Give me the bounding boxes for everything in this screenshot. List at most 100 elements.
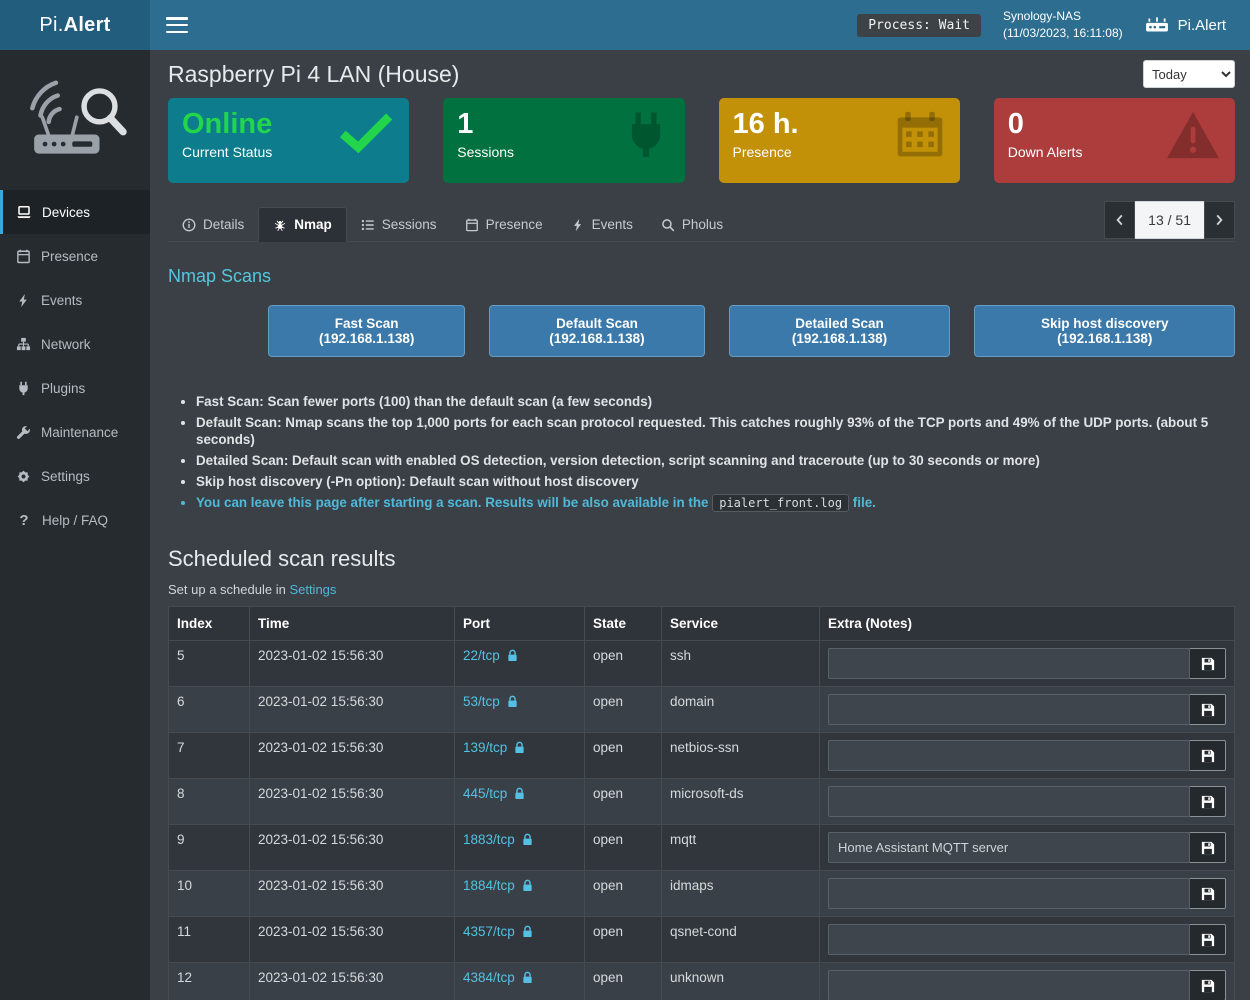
sidebar-item-label: Events (41, 293, 82, 308)
cell-note (820, 825, 1235, 871)
tab-label: Sessions (382, 217, 437, 232)
cell-index: 7 (169, 733, 250, 779)
tab-events[interactable]: Events (557, 208, 647, 241)
cell-service: idmaps (662, 871, 820, 917)
check-icon (337, 110, 395, 154)
calendar-icon (465, 218, 479, 232)
sidebar-item-plugins[interactable]: Plugins (0, 366, 150, 410)
save-note-button[interactable] (1190, 832, 1226, 863)
save-icon (1201, 887, 1215, 901)
card-presence[interactable]: 16 h. Presence (719, 98, 960, 183)
save-icon (1201, 933, 1215, 947)
port-link[interactable]: 4384/tcp (463, 970, 533, 985)
lock-icon (522, 925, 533, 938)
col-service: Service (662, 607, 820, 641)
tab-nmap[interactable]: Nmap (258, 207, 347, 242)
cell-note (820, 641, 1235, 687)
hamburger-menu-icon[interactable] (166, 17, 188, 33)
app-name-box[interactable]: Pi.Alert (1145, 16, 1234, 34)
detailed-scan-button[interactable]: Detailed Scan (192.168.1.138) (729, 305, 951, 357)
list-icon (361, 218, 375, 232)
settings-link[interactable]: Settings (289, 582, 336, 597)
note-group (828, 832, 1226, 863)
save-note-button[interactable] (1190, 786, 1226, 817)
port-link[interactable]: 4357/tcp (463, 924, 533, 939)
cell-note (820, 779, 1235, 825)
cell-time: 2023-01-02 15:56:30 (250, 641, 455, 687)
sidebar-item-presence[interactable]: Presence (0, 234, 150, 278)
table-row: 11 2023-01-02 15:56:30 4357/tcp open qsn… (169, 917, 1235, 963)
cell-index: 6 (169, 687, 250, 733)
cell-service: netbios-ssn (662, 733, 820, 779)
sidebar-item-events[interactable]: Events (0, 278, 150, 322)
lock-icon (507, 649, 518, 662)
save-note-button[interactable] (1190, 694, 1226, 725)
bullet-fast-scan: Fast Scan: Scan fewer ports (100) than t… (196, 393, 1235, 410)
table-row: 12 2023-01-02 15:56:30 4384/tcp open unk… (169, 963, 1235, 1000)
port-link[interactable]: 445/tcp (463, 786, 525, 801)
tab-details[interactable]: Details (168, 208, 258, 241)
sidebar-item-devices[interactable]: Devices (0, 190, 150, 234)
app-logo[interactable]: Pi.Alert (0, 0, 150, 50)
note-input[interactable] (828, 648, 1190, 679)
host-info: Synology-NAS (11/03/2023, 16:11:08) (1003, 8, 1123, 42)
lock-icon (522, 833, 533, 846)
tab-sessions[interactable]: Sessions (347, 208, 451, 241)
port-link[interactable]: 22/tcp (463, 648, 518, 663)
tab-presence[interactable]: Presence (451, 208, 557, 241)
navbar: Process: Wait Synology-NAS (11/03/2023, … (150, 0, 1250, 50)
period-select[interactable]: Today (1143, 60, 1235, 88)
save-icon (1201, 749, 1215, 763)
save-note-button[interactable] (1190, 970, 1226, 1000)
note-input[interactable] (828, 970, 1190, 1000)
sidebar-item-network[interactable]: Network (0, 322, 150, 366)
summary-cards: Online Current Status 1 Sessions 16 h. P… (168, 98, 1235, 183)
nas-device-icon (1145, 16, 1169, 34)
note-input[interactable] (828, 786, 1190, 817)
next-device-button[interactable] (1204, 201, 1235, 239)
sidebar-item-settings[interactable]: Settings (0, 454, 150, 498)
device-pager-count: 13 / 51 (1135, 201, 1204, 239)
sidebar-item-maintenance[interactable]: Maintenance (0, 410, 150, 454)
note-input[interactable] (828, 694, 1190, 725)
card-sessions[interactable]: 1 Sessions (443, 98, 684, 183)
tab-pholus[interactable]: Pholus (647, 208, 737, 241)
port-link[interactable]: 1884/tcp (463, 878, 533, 893)
port-link[interactable]: 139/tcp (463, 740, 525, 755)
tab-label: Details (203, 217, 244, 232)
skip-host-discovery-button[interactable]: Skip host discovery (192.168.1.138) (974, 305, 1235, 357)
prev-device-button[interactable] (1104, 201, 1135, 239)
wrench-icon (16, 425, 31, 440)
note-input[interactable] (828, 924, 1190, 955)
save-note-button[interactable] (1190, 878, 1226, 909)
port-number: 445/tcp (463, 786, 507, 801)
fast-scan-button[interactable]: Fast Scan (192.168.1.138) (268, 305, 465, 357)
table-row: 10 2023-01-02 15:56:30 1884/tcp open idm… (169, 871, 1235, 917)
note-input[interactable] (828, 878, 1190, 909)
sidebar-item-label: Maintenance (41, 425, 118, 440)
port-link[interactable]: 1883/tcp (463, 832, 533, 847)
note-group (828, 786, 1226, 817)
card-down-alerts[interactable]: 0 Down Alerts (994, 98, 1235, 183)
chevron-right-icon (1214, 212, 1225, 228)
cell-time: 2023-01-02 15:56:30 (250, 825, 455, 871)
cell-time: 2023-01-02 15:56:30 (250, 871, 455, 917)
pialert-logo-graphic (0, 50, 150, 190)
sidebar-item-help[interactable]: ? Help / FAQ (0, 498, 150, 542)
save-note-button[interactable] (1190, 648, 1226, 679)
save-note-button[interactable] (1190, 740, 1226, 771)
port-link[interactable]: 53/tcp (463, 694, 518, 709)
default-scan-button[interactable]: Default Scan (192.168.1.138) (489, 305, 704, 357)
cell-index: 9 (169, 825, 250, 871)
note-input[interactable] (828, 740, 1190, 771)
navbar-right: Process: Wait Synology-NAS (11/03/2023, … (857, 8, 1234, 42)
gear-icon (16, 469, 31, 484)
tab-label: Pholus (682, 217, 723, 232)
cell-state: open (585, 825, 662, 871)
scan-buttons: Fast Scan (192.168.1.138) Default Scan (… (268, 305, 1235, 357)
card-current-status[interactable]: Online Current Status (168, 98, 409, 183)
note-input[interactable] (828, 832, 1190, 863)
cell-time: 2023-01-02 15:56:30 (250, 733, 455, 779)
save-note-button[interactable] (1190, 924, 1226, 955)
nmap-section-title: Nmap Scans (168, 266, 1235, 287)
